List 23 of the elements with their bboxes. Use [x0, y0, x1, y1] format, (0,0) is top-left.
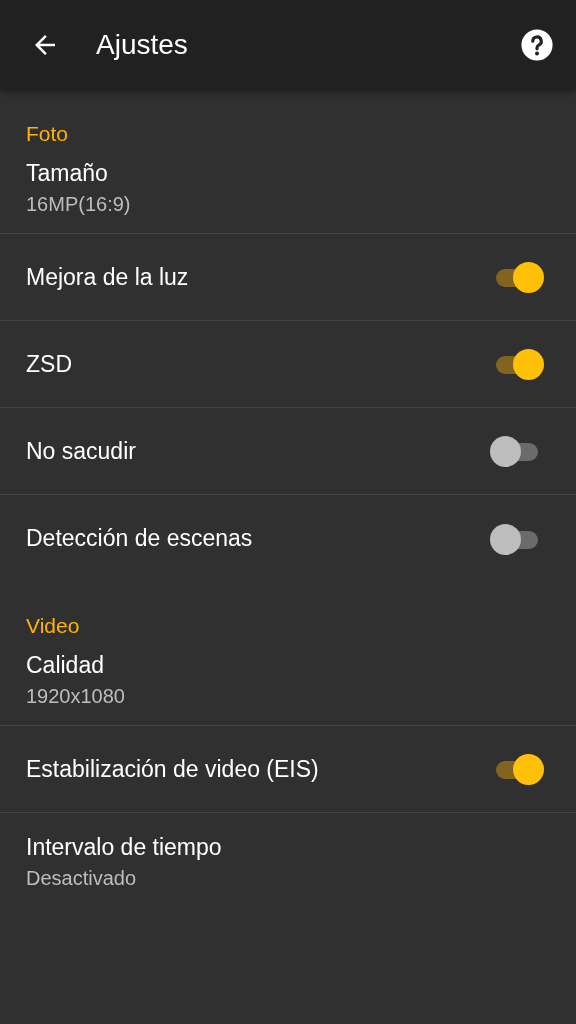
setting-item[interactable]: Mejora de la luz: [0, 234, 576, 321]
setting-item[interactable]: ZSD: [0, 321, 576, 408]
setting-label: Intervalo de tiempo: [26, 834, 223, 861]
setting-item[interactable]: Tamaño 16MP(16:9): [0, 142, 576, 234]
setting-item[interactable]: Calidad 1920x1080: [0, 634, 576, 726]
setting-label: Mejora de la luz: [26, 263, 189, 291]
screen-title: Ajustes: [96, 29, 189, 61]
setting-value: 1920x1080: [26, 684, 126, 708]
setting-label: Detección de escenas: [26, 525, 253, 552]
section-header: Video: [25, 613, 81, 634]
setting-label: Estabilización de video (EIS): [26, 755, 319, 783]
setting-label: Tamaño: [26, 159, 109, 187]
setting-label: Calidad: [26, 651, 105, 679]
setting-item[interactable]: Intervalo de tiempo Desactivado: [0, 813, 576, 911]
setting-label: No sacudir: [26, 437, 136, 465]
setting-value: 16MP(16:9): [26, 192, 132, 216]
setting-item[interactable]: Estabilización de video (EIS): [0, 726, 576, 813]
setting-item[interactable]: No sacudir: [0, 408, 576, 495]
setting-value: Desactivado: [26, 867, 138, 890]
setting-label: ZSD: [26, 350, 72, 378]
help-icon[interactable]: [520, 28, 554, 62]
setting-item[interactable]: Detección de escenas: [0, 495, 576, 582]
section-header: Foto: [25, 121, 70, 142]
